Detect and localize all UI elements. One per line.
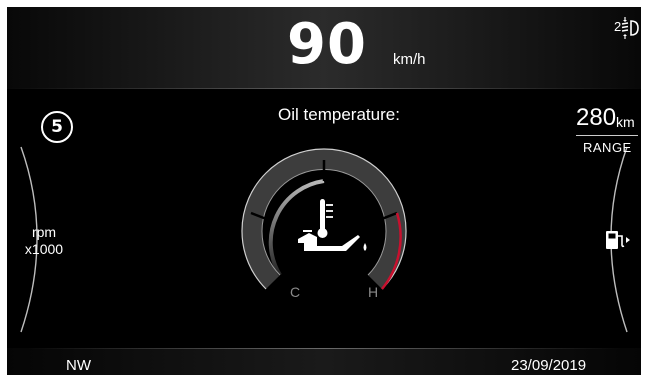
range-value: 280 <box>576 104 617 131</box>
gauge-ring-highlight <box>268 179 325 277</box>
rpm-multiplier-text: x1000 <box>24 241 64 257</box>
oil-can-thermometer-icon <box>298 199 367 251</box>
range-unit: km <box>616 114 635 130</box>
oil-temperature-gauge <box>241 148 407 290</box>
gauge-cold-label: C <box>290 284 301 300</box>
range-divider <box>576 135 638 136</box>
compass-heading: NW <box>66 357 91 374</box>
date-display: 23/09/2019 <box>511 357 587 374</box>
rpm-text: rpm <box>31 224 57 240</box>
bottom-bar-divider <box>27 348 621 349</box>
fuel-pump-icon <box>606 231 630 249</box>
instrument-cluster-display: 90 km/h 2 5 rpm x1000 280 km RANGE Oil t… <box>7 7 641 375</box>
tachometer-label: rpm x1000 <box>19 224 69 258</box>
range-label: RANGE <box>583 140 632 155</box>
gauge-hot-label: H <box>368 284 379 300</box>
oil-temperature-title: Oil temperature: <box>278 105 400 124</box>
